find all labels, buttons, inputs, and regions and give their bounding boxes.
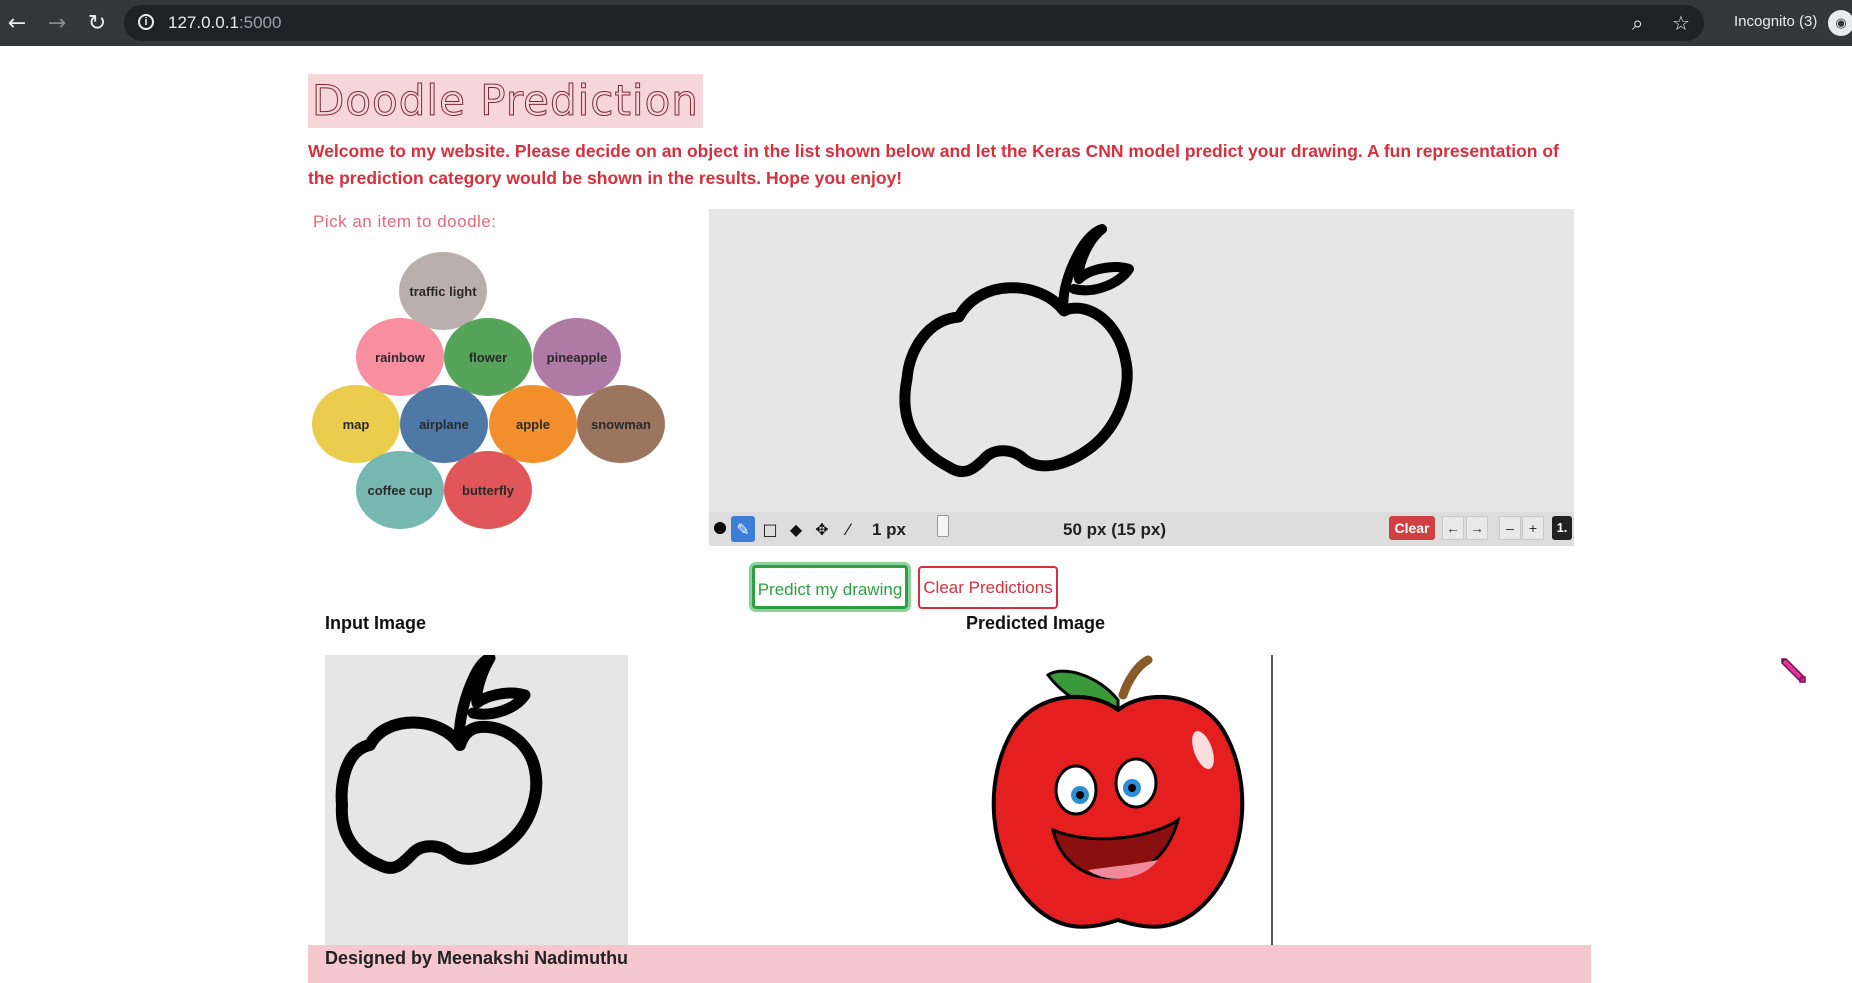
back-icon[interactable]: ← — [4, 10, 30, 36]
brush-size-label: 1 px — [872, 520, 907, 539]
zoom-in-button[interactable]: + — [1522, 516, 1544, 540]
item-label: airplane — [419, 416, 469, 432]
predicted-image-label: Predicted Image — [966, 613, 1106, 633]
welcome-text: Welcome to my website. Please decide on … — [308, 141, 1559, 188]
item-label: coffee cup — [367, 482, 433, 498]
drawing-toolbar: ✎ □ ◆ ✥ ⁄ 1 px 50 px (15 px) Clear ← → –… — [709, 512, 1574, 546]
footer-credit: Designed by Meenakshi Nadimuthu — [325, 948, 629, 968]
item-rainbow[interactable]: rainbow — [356, 318, 444, 396]
address-bar[interactable]: i 127.0.0.1:5000 ⌕ ☆ — [124, 5, 1704, 41]
item-label: rainbow — [375, 349, 425, 365]
item-apple[interactable]: apple — [489, 385, 577, 463]
browser-toolbar: ← → ↻ i 127.0.0.1:5000 ⌕ ☆ Incognito (3)… — [0, 0, 1852, 46]
zoom-level-badge: 1. — [1552, 516, 1572, 540]
item-label: apple — [516, 416, 550, 432]
redo-button[interactable]: → — [1466, 516, 1488, 540]
incognito-icon[interactable]: ◉ — [1828, 10, 1852, 36]
site-info-icon[interactable]: i — [138, 14, 154, 30]
rectangle-tool-icon[interactable]: □ — [758, 516, 782, 542]
input-image — [325, 655, 628, 948]
item-pineapple[interactable]: pineapple — [533, 318, 621, 396]
item-snowman[interactable]: snowman — [577, 385, 665, 463]
item-label: flower — [468, 349, 508, 365]
item-label: traffic light — [409, 283, 477, 299]
item-label: snowman — [591, 416, 651, 432]
zoom-out-button[interactable]: – — [1499, 516, 1521, 540]
url-text[interactable]: 127.0.0.1:5000 — [168, 13, 281, 33]
size-readout: 50 px (15 px) — [1063, 520, 1166, 539]
item-label: map — [342, 416, 370, 432]
footer: Designed by Meenakshi Nadimuthu — [308, 945, 1591, 983]
cartoon-apple-illustration — [991, 655, 1245, 929]
item-coffee-cup[interactable]: coffee cup — [356, 451, 444, 529]
page-title: Doodle Prediction — [308, 74, 703, 128]
predicted-image — [968, 655, 1273, 945]
pencil-cursor-icon — [1778, 655, 1808, 685]
reload-icon[interactable]: ↻ — [84, 10, 110, 36]
pencil-tool-icon[interactable]: ✎ — [731, 516, 755, 542]
clear-canvas-button[interactable]: Clear — [1389, 516, 1435, 540]
forward-icon[interactable]: → — [44, 10, 70, 36]
drawing-canvas[interactable] — [709, 209, 1574, 546]
item-label: pineapple — [546, 349, 608, 365]
input-image-label: Input Image — [325, 613, 427, 633]
item-label: butterfly — [462, 482, 514, 498]
zoom-icon[interactable]: ⌕ — [1632, 11, 1643, 35]
item-map[interactable]: map — [312, 385, 400, 463]
move-tool-icon[interactable]: ✥ — [810, 516, 834, 542]
item-butterfly[interactable]: butterfly — [444, 451, 532, 529]
incognito-label[interactable]: Incognito (3) — [1734, 13, 1817, 30]
bookmark-star-icon[interactable]: ☆ — [1672, 11, 1690, 35]
item-traffic-light[interactable]: traffic light — [399, 252, 487, 330]
pick-item-label: Pick an item to doodle: — [313, 212, 497, 231]
eraser-tool-icon[interactable]: ◆ — [784, 516, 808, 542]
item-airplane[interactable]: airplane — [400, 385, 488, 463]
color-swatch[interactable] — [714, 522, 726, 534]
undo-button[interactable]: ← — [1442, 516, 1464, 540]
clear-predictions-button[interactable]: Clear Predictions — [918, 566, 1058, 609]
brush-size-slider[interactable] — [937, 515, 949, 537]
apple-doodle-drawing — [899, 224, 1134, 477]
item-flower[interactable]: flower — [444, 318, 532, 396]
eyedropper-tool-icon[interactable]: ⁄ — [836, 516, 860, 542]
predict-button[interactable]: Predict my drawing — [752, 565, 908, 609]
